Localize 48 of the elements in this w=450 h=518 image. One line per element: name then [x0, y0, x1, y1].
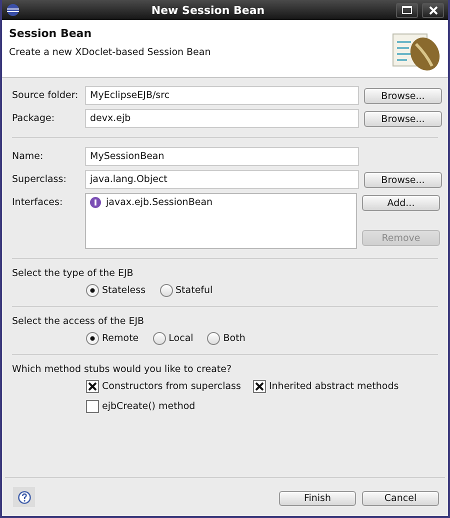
- option-label: Inherited abstract methods: [268, 381, 399, 392]
- checkbox[interactable]: [86, 400, 99, 413]
- option-label: Stateless: [102, 285, 146, 296]
- group-label: Which method stubs would you like to create?: [12, 364, 233, 375]
- interfaces-list[interactable]: javax.ejb.SessionBean: [85, 193, 357, 249]
- close-icon: [428, 6, 438, 14]
- browse-button[interactable]: Browse...: [364, 88, 442, 104]
- dialog-button[interactable]: Cancel: [362, 490, 439, 506]
- maximize-button[interactable]: [396, 2, 418, 18]
- text-field[interactable]: devx.ejb: [85, 109, 359, 128]
- text-field[interactable]: java.lang.Object: [85, 170, 359, 189]
- checkbox[interactable]: [86, 380, 99, 393]
- option-label: ejbCreate() method: [102, 401, 196, 412]
- interface-name: javax.ejb.SessionBean: [106, 197, 213, 208]
- maximize-icon: [402, 6, 412, 14]
- wizard-title: Session Bean: [9, 27, 93, 40]
- option-label: Stateful: [176, 285, 213, 296]
- browse-button[interactable]: Browse...: [364, 111, 442, 127]
- help-icon: [18, 490, 30, 504]
- option-label: Both: [223, 333, 246, 344]
- radio-button[interactable]: [86, 332, 99, 345]
- dialog-button[interactable]: Finish: [279, 490, 356, 506]
- field-label: Source folder:: [12, 89, 80, 103]
- option-label: Constructors from superclass: [102, 381, 241, 392]
- window-title: New Session Bean: [150, 4, 266, 16]
- radio-button[interactable]: [207, 332, 220, 345]
- group-label: Select the access of the EJB: [12, 316, 146, 327]
- browse-button[interactable]: Browse...: [364, 172, 442, 188]
- radio-button[interactable]: [152, 332, 166, 345]
- list-action-button[interactable]: Add...: [362, 195, 440, 211]
- help-button[interactable]: [13, 487, 35, 507]
- globe-icon: [6, 3, 20, 17]
- text-field[interactable]: MyEclipseEJB/src: [85, 86, 359, 105]
- close-button[interactable]: [422, 2, 444, 18]
- group-label: Select the type of the EJB: [12, 268, 134, 279]
- field-label: Superclass:: [12, 173, 68, 187]
- option-label: Local: [168, 333, 194, 344]
- text-field[interactable]: MySessionBean: [85, 147, 359, 166]
- checkbox[interactable]: [252, 380, 266, 393]
- field-label: Name:: [12, 150, 44, 164]
- field-label: Interfaces:: [12, 196, 64, 210]
- interface-icon: [90, 197, 101, 208]
- wizard-description: Create a new XDoclet-based Session Bean: [9, 47, 211, 58]
- field-label: Package:: [12, 112, 56, 126]
- option-label: Remote: [102, 333, 139, 344]
- radio-button[interactable]: [160, 284, 173, 297]
- radio-button[interactable]: [86, 284, 99, 297]
- list-item[interactable]: javax.ejb.SessionBean: [90, 197, 352, 208]
